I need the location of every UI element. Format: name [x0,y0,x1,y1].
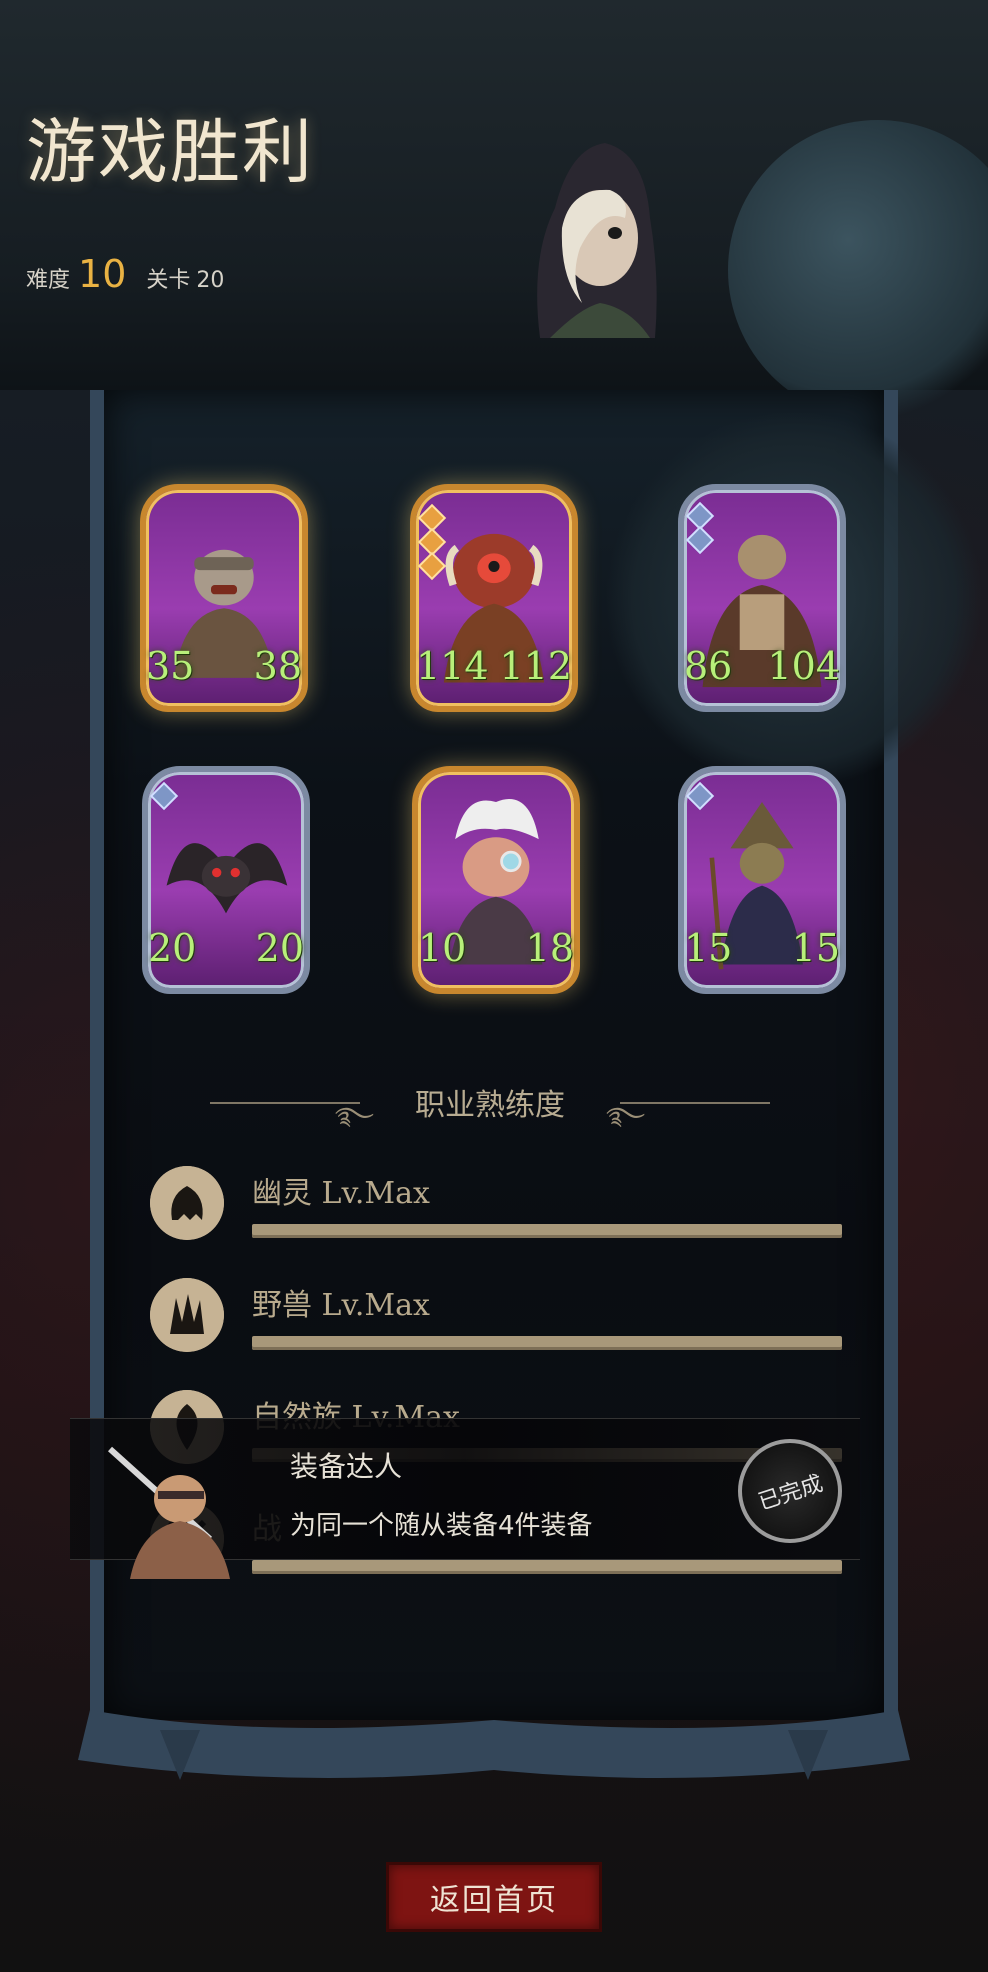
minion-card-3[interactable]: 86 104 [678,484,846,712]
health-value: 18 [525,926,574,970]
proficiency-bar [252,1336,842,1350]
level-label: 关卡 [146,268,191,293]
achievement-toast[interactable]: 装备达人 为同一个随从装备4件装备 已完成 [70,1418,860,1579]
proficiency-name: 野兽 Lv.Max [252,1288,430,1323]
attack-value: 10 [418,926,467,970]
proficiency-bar [252,1560,842,1574]
header: 游戏胜利 难度 10 关卡 20 [0,0,988,420]
moon-decoration [728,120,988,420]
minion-card-5[interactable]: 10 18 [412,766,580,994]
difficulty-label: 难度 [26,268,71,293]
proficiency-heading: ࿐ 职业熟练度 ࿐ [210,1080,770,1130]
health-value: 112 [499,644,572,688]
ghost-class-icon [150,1166,224,1240]
achievement-description: 为同一个随从装备4件装备 [290,1511,593,1541]
health-value: 15 [791,926,840,970]
proficiency-row-ghost: 幽灵 Lv.Max [150,1166,850,1256]
level-value: 20 [196,268,225,293]
attack-value: 15 [684,926,733,970]
divider-right [620,1102,770,1104]
completed-label: 已完成 [755,1471,827,1516]
health-value: 38 [253,644,302,688]
achievement-title: 装备达人 [290,1450,403,1483]
hooded-hero-portrait-icon [537,143,657,338]
minion-card-2[interactable]: 114 112 [410,484,578,712]
health-value: 104 [767,644,840,688]
minion-card-1[interactable]: 35 38 [140,484,308,712]
attack-value: 114 [416,644,489,688]
proficiency-title: 职业熟练度 [415,1088,565,1123]
attack-value: 35 [146,644,195,688]
proficiency-row-beast: 野兽 Lv.Max [150,1278,850,1368]
swordsman-portrait-icon [107,1446,230,1579]
proficiency-name: 幽灵 Lv.Max [252,1176,430,1211]
curl-ornament-icon: ࿐ [606,1102,645,1130]
completed-seal: 已完成 [738,1439,842,1543]
run-stats: 难度 10 关卡 20 [26,252,224,296]
difficulty-value: 10 [78,252,127,296]
page-title: 游戏胜利 [26,111,314,193]
curl-ornament-icon: ࿐ [335,1102,374,1130]
panel-bottom-ornament [78,1710,910,1780]
attack-value: 20 [148,926,197,970]
minion-card-6[interactable]: 15 15 [678,766,846,994]
beast-class-icon [150,1278,224,1352]
minion-card-4[interactable]: 20 20 [142,766,310,994]
attack-value: 86 [684,644,733,688]
return-home-button[interactable]: 返回首页 [386,1862,602,1932]
proficiency-bar [252,1224,842,1238]
health-value: 20 [255,926,304,970]
